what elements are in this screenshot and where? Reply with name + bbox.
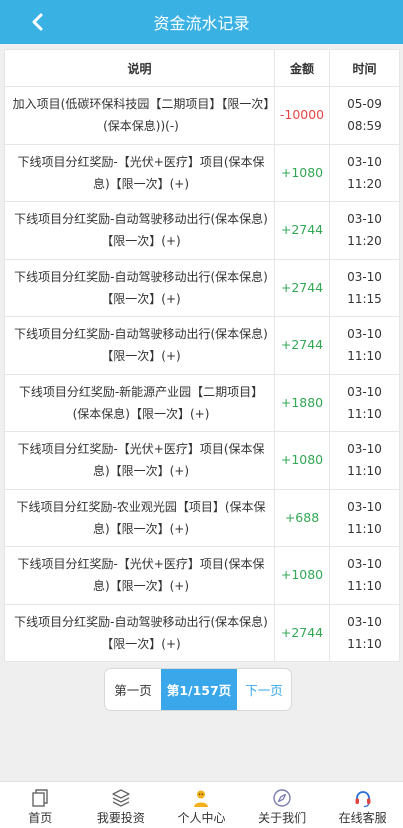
record-description: 下线项目分红奖励-【光伏+医疗】项目(保本保息)【限一次】(+) [4, 431, 275, 490]
record-clock: 11:10 [347, 464, 382, 479]
current-page-indicator: 第1/157页 [161, 669, 237, 710]
nav-label: 首页 [28, 811, 53, 825]
record-amount: +1880 [274, 373, 330, 432]
nav-label: 个人中心 [177, 811, 226, 825]
table-header-row: 说明 金额 时间 [4, 49, 400, 87]
record-date: 03-10 [347, 327, 382, 342]
record-date: 03-10 [347, 269, 382, 284]
page-title: 资金流水记录 [153, 14, 250, 33]
record-amount: +688 [274, 488, 330, 547]
nav-label: 我要投资 [96, 811, 145, 825]
record-clock: 11:10 [347, 521, 382, 536]
app-header: 资金流水记录 [0, 0, 403, 44]
nav-label: 在线客服 [338, 811, 387, 825]
record-description: 下线项目分红奖励-自动驾驶移动出行(保本保息)【限一次】(+) [4, 316, 275, 375]
column-header-amount: 金额 [274, 49, 330, 87]
record-clock: 11:10 [347, 406, 382, 421]
table-row: 下线项目分红奖励-【光伏+医疗】项目(保本保息)【限一次】(+) +1080 03-… [4, 431, 400, 490]
user-icon [191, 788, 211, 808]
record-clock: 11:15 [347, 291, 382, 306]
record-clock: 11:10 [347, 349, 382, 364]
record-description: 下线项目分红奖励-【光伏+医疗】项目(保本保息)【限一次】(+) [4, 546, 275, 605]
compass-icon [272, 788, 292, 808]
nav-item-profile[interactable]: 个人中心 [161, 782, 242, 828]
home-icon [30, 788, 50, 808]
record-time: 03-10 11:10 [329, 488, 400, 547]
records-table: 说明 金额 时间 加入项目(低碳环保科技园【二期项目】【限一次】(保本保息))(… [4, 49, 400, 662]
table-row: 下线项目分红奖励-自动驾驶移动出行(保本保息)【限一次】(+) +2744 03-1… [4, 603, 400, 662]
nav-label: 关于我们 [258, 811, 307, 825]
record-clock: 11:10 [347, 636, 382, 651]
record-time: 03-10 11:10 [329, 373, 400, 432]
record-amount: +2744 [274, 603, 330, 662]
record-description: 下线项目分红奖励-自动驾驶移动出行(保本保息)【限一次】(+) [4, 258, 275, 317]
chevron-left-icon [32, 13, 43, 31]
table-row: 下线项目分红奖励-【光伏+医疗】项目(保本保息)【限一次】(+) +1080 03-… [4, 143, 400, 202]
record-clock: 08:59 [347, 119, 382, 134]
record-date: 03-10 [347, 614, 382, 629]
record-time: 03-10 11:15 [329, 258, 400, 317]
record-amount: +1080 [274, 431, 330, 490]
record-description: 加入项目(低碳环保科技园【二期项目】【限一次】(保本保息))(-) [4, 86, 275, 145]
record-date: 03-10 [347, 212, 382, 227]
next-page-button[interactable]: 下一页 [237, 669, 291, 710]
record-time: 03-10 11:20 [329, 143, 400, 202]
table-row: 下线项目分红奖励-自动驾驶移动出行(保本保息)【限一次】(+) +2744 03-1… [4, 201, 400, 260]
nav-item-home[interactable]: 首页 [0, 782, 81, 828]
first-page-button[interactable]: 第一页 [105, 669, 161, 710]
back-button[interactable] [28, 12, 48, 32]
record-date: 05-09 [347, 97, 382, 112]
record-amount: +2744 [274, 201, 330, 260]
record-clock: 11:20 [347, 234, 382, 249]
record-date: 03-10 [347, 499, 382, 514]
column-header-description: 说明 [4, 49, 275, 87]
table-row: 下线项目分红奖励-自动驾驶移动出行(保本保息)【限一次】(+) +2744 03-1… [4, 316, 400, 375]
record-time: 05-09 08:59 [329, 86, 400, 145]
nav-item-invest[interactable]: 我要投资 [81, 782, 162, 828]
records-table-container: 说明 金额 时间 加入项目(低碳环保科技园【二期项目】【限一次】(保本保息))(… [4, 49, 400, 662]
layers-icon [111, 788, 131, 808]
record-amount: +2744 [274, 258, 330, 317]
record-description: 下线项目分红奖励-自动驾驶移动出行(保本保息)【限一次】(+) [4, 201, 275, 260]
record-description: 下线项目分红奖励-新能源产业园【二期项目】(保本保息)【限一次】(+) [4, 373, 275, 432]
headset-icon [353, 788, 373, 808]
record-amount: +2744 [274, 316, 330, 375]
record-time: 03-10 11:10 [329, 431, 400, 490]
table-row: 下线项目分红奖励-新能源产业园【二期项目】(保本保息)【限一次】(+) +1880… [4, 373, 400, 432]
record-amount: +1080 [274, 143, 330, 202]
record-clock: 11:10 [347, 579, 382, 594]
record-date: 03-10 [347, 384, 382, 399]
record-time: 03-10 11:10 [329, 316, 400, 375]
record-description: 下线项目分红奖励-自动驾驶移动出行(保本保息)【限一次】(+) [4, 603, 275, 662]
pagination: 第一页 第1/157页 下一页 [104, 668, 292, 711]
record-date: 03-10 [347, 557, 382, 572]
record-amount: -10000 [274, 86, 330, 145]
table-row: 下线项目分红奖励-【光伏+医疗】项目(保本保息)【限一次】(+) +1080 03-… [4, 546, 400, 605]
record-clock: 11:20 [347, 176, 382, 191]
record-time: 03-10 11:20 [329, 201, 400, 260]
table-row: 下线项目分红奖励-农业观光园【项目】(保本保息)【限一次】(+) +688 03-1… [4, 488, 400, 547]
table-row: 加入项目(低碳环保科技园【二期项目】【限一次】(保本保息))(-) -10000 0… [4, 86, 400, 145]
record-description: 下线项目分红奖励-农业观光园【项目】(保本保息)【限一次】(+) [4, 488, 275, 547]
nav-item-support[interactable]: 在线客服 [322, 782, 403, 828]
record-time: 03-10 11:10 [329, 603, 400, 662]
record-date: 03-10 [347, 442, 382, 457]
record-date: 03-10 [347, 154, 382, 169]
column-header-time: 时间 [329, 49, 400, 87]
record-description: 下线项目分红奖励-【光伏+医疗】项目(保本保息)【限一次】(+) [4, 143, 275, 202]
nav-item-about[interactable]: 关于我们 [242, 782, 323, 828]
record-time: 03-10 11:10 [329, 546, 400, 605]
table-row: 下线项目分红奖励-自动驾驶移动出行(保本保息)【限一次】(+) +2744 03-1… [4, 258, 400, 317]
record-amount: +1080 [274, 546, 330, 605]
bottom-nav: 首页 我要投资 个人中心 关于我们 在线客服 [0, 781, 403, 828]
